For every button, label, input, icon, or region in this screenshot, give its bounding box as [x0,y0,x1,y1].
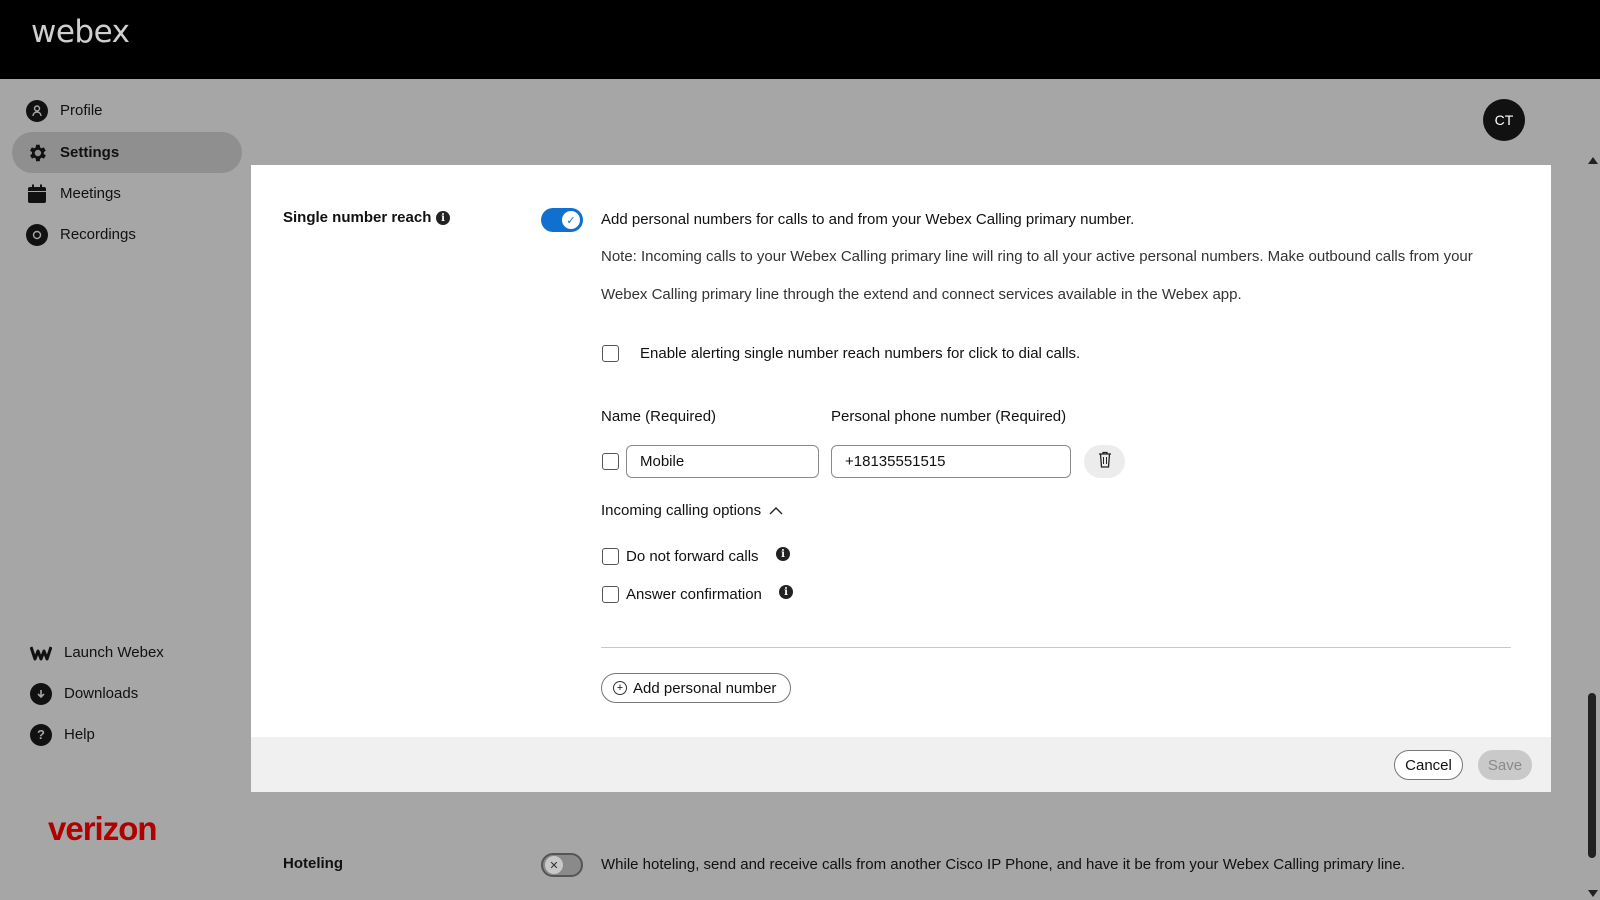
single-number-reach-card: Single number reach i ✓ Add personal num… [251,165,1551,792]
sidebar-item-recordings[interactable]: Recordings [12,214,242,255]
incoming-options-toggle[interactable]: Incoming calling options [601,502,783,519]
divider [601,647,1511,648]
name-column-header: Name (Required) [601,408,717,425]
save-button[interactable]: Save [1478,750,1532,780]
alerting-label: Enable alerting single number reach numb… [640,345,1081,362]
webex-logo: webex [31,14,130,50]
calendar-icon [26,183,48,205]
snr-description: Add personal numbers for calls to and fr… [601,211,1135,228]
x-icon: ✕ [545,856,563,874]
scrollbar[interactable] [1585,155,1600,900]
sidebar-item-label: Settings [60,144,120,161]
help-icon: ? [30,723,52,746]
alerting-checkbox[interactable] [602,345,619,362]
name-field[interactable]: Mobile [626,445,819,478]
avatar[interactable]: CT [1483,99,1525,141]
hoteling-section-label: Hoteling [283,855,343,872]
sidebar-item-label: Launch Webex [64,644,164,661]
answer-confirmation-label: Answer confirmation [626,586,762,603]
record-icon [26,223,48,246]
hoteling-description: While hoteling, send and receive calls f… [601,856,1406,873]
plus-circle-icon: + [613,681,627,695]
snr-toggle[interactable]: ✓ [541,208,583,232]
snr-note-line-2: Webex Calling primary line through the e… [601,286,1242,303]
delete-entry-button[interactable] [1084,445,1125,478]
scroll-down-arrow-icon[interactable] [1588,890,1598,897]
check-icon: ✓ [562,211,580,229]
snr-note-line-1: Note: Incoming calls to your Webex Calli… [601,248,1473,265]
sidebar-item-label: Recordings [60,226,136,243]
gear-icon [26,142,48,164]
sidebar-item-launch-webex[interactable]: Launch Webex [16,632,246,673]
sidebar-item-label: Downloads [64,685,139,702]
sidebar-item-label: Help [64,726,95,743]
sidebar-item-help[interactable]: ? Help [16,714,246,755]
add-personal-number-button[interactable]: + Add personal number [601,673,791,703]
snr-section-label: Single number reach [283,209,432,226]
info-icon[interactable]: i [779,585,793,599]
scrollbar-thumb[interactable] [1588,693,1596,858]
cancel-button[interactable]: Cancel [1394,750,1463,780]
sidebar-item-meetings[interactable]: Meetings [12,173,242,214]
trash-icon [1098,451,1112,473]
add-personal-number-label: Add personal number [633,679,777,697]
hoteling-toggle[interactable]: ✕ [541,853,583,877]
sidebar-item-label: Profile [60,102,103,119]
info-icon[interactable]: i [436,211,450,225]
sidebar: Profile Settings Meetings Recordings Lau… [0,79,250,900]
sidebar-item-downloads[interactable]: Downloads [16,673,246,714]
incoming-options-label: Incoming calling options [601,502,762,519]
sidebar-item-profile[interactable]: Profile [12,90,242,131]
entry-checkbox[interactable] [602,453,619,470]
do-not-forward-label: Do not forward calls [626,548,759,565]
scroll-up-arrow-icon[interactable] [1588,157,1598,164]
top-bar: webex [0,0,1600,79]
phone-field[interactable]: +18135551515 [831,445,1071,478]
do-not-forward-checkbox[interactable] [602,548,619,565]
profile-icon [26,99,48,122]
chevron-up-icon [769,506,783,515]
card-footer [251,737,1551,792]
download-icon [30,682,52,705]
phone-column-header: Personal phone number (Required) [831,408,1067,425]
answer-confirmation-checkbox[interactable] [602,586,619,603]
sidebar-item-settings[interactable]: Settings [12,132,242,173]
webex-icon [30,642,52,664]
info-icon[interactable]: i [776,547,790,561]
sidebar-item-label: Meetings [60,185,121,202]
verizon-logo: verizon [48,810,158,847]
